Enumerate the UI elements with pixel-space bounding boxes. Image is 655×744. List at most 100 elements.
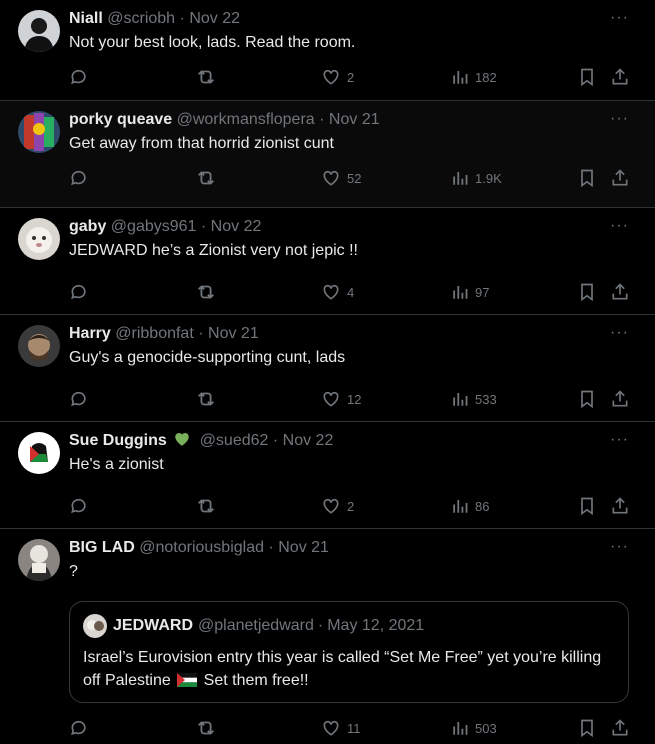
share-button[interactable] — [610, 388, 630, 410]
display-name[interactable]: gaby — [69, 218, 106, 235]
views-button[interactable]: 97 — [451, 281, 489, 303]
views-button[interactable]: 1.9K — [451, 167, 502, 189]
views-icon — [453, 722, 468, 735]
display-name[interactable]: Niall — [69, 10, 103, 27]
reply-icon — [71, 170, 86, 186]
share-button[interactable] — [610, 495, 630, 517]
tweet-actions: 2 86 — [69, 495, 633, 517]
views-button[interactable]: 182 — [451, 66, 497, 88]
avatar[interactable] — [18, 539, 60, 581]
share-button[interactable] — [610, 167, 630, 189]
view-count: 86 — [475, 498, 490, 514]
tweet-date[interactable]: Nov 21 — [278, 539, 329, 556]
like-button[interactable]: 2 — [321, 495, 354, 517]
quoted-tweet-text: Israel’s Eurovision entry this year is c… — [83, 646, 615, 692]
heart-icon — [323, 498, 339, 514]
like-button[interactable]: 11 — [321, 717, 361, 739]
tweet-actions: 11 503 — [69, 717, 633, 739]
display-name[interactable]: BIG LAD — [69, 539, 135, 556]
user-handle[interactable]: @workmansflopera — [177, 111, 315, 128]
retweet-icon — [198, 392, 214, 406]
tweet-card[interactable]: BIG LAD @notoriousbiglad · Nov 21 ? ··· … — [0, 529, 655, 744]
tweet-card[interactable]: porky queave @workmansflopera · Nov 21 G… — [0, 101, 655, 208]
bookmark-button[interactable] — [577, 167, 597, 189]
reply-button[interactable] — [69, 167, 89, 189]
tweet-card[interactable]: Sue Duggins @sued62 · Nov 22 He's a zion… — [0, 422, 655, 529]
more-options-button[interactable]: ··· — [610, 10, 629, 26]
quoted-display-name[interactable]: JEDWARD — [113, 617, 193, 635]
display-name[interactable]: Harry — [69, 325, 111, 342]
share-button[interactable] — [610, 717, 630, 739]
share-button[interactable] — [610, 281, 630, 303]
more-options-button[interactable]: ··· — [610, 432, 629, 448]
user-handle[interactable]: @scriobh — [107, 10, 175, 27]
avatar[interactable] — [18, 325, 60, 367]
views-icon — [453, 500, 468, 513]
bookmark-button[interactable] — [577, 281, 597, 303]
like-button[interactable]: 12 — [321, 388, 361, 410]
views-button[interactable]: 503 — [451, 717, 497, 739]
retweet-icon — [198, 499, 214, 513]
retweet-button[interactable] — [195, 388, 217, 410]
display-name[interactable]: porky queave — [69, 111, 172, 128]
reply-button[interactable] — [69, 66, 89, 88]
tweet-header: porky queave @workmansflopera · Nov 21 — [69, 109, 605, 131]
reply-button[interactable] — [69, 388, 89, 410]
tweet-date[interactable]: Nov 22 — [189, 10, 240, 27]
reply-button[interactable] — [69, 717, 89, 739]
retweet-button[interactable] — [195, 495, 217, 517]
tweet-card[interactable]: Harry @ribbonfat · Nov 21 Guy's a genoci… — [0, 315, 655, 422]
quoted-avatar — [83, 614, 107, 638]
user-handle[interactable]: @ribbonfat — [115, 325, 194, 342]
quoted-tweet-date[interactable]: May 12, 2021 — [327, 617, 424, 635]
bookmark-button[interactable] — [577, 717, 597, 739]
views-button[interactable]: 533 — [451, 388, 497, 410]
user-handle[interactable]: @gabys961 — [111, 218, 197, 235]
share-icon — [612, 390, 628, 407]
reply-button[interactable] — [69, 281, 89, 303]
bookmark-button[interactable] — [577, 388, 597, 410]
views-icon — [453, 286, 468, 299]
view-count: 182 — [475, 69, 497, 85]
user-handle[interactable]: @notoriousbiglad — [139, 539, 264, 556]
avatar[interactable] — [18, 218, 60, 260]
views-button[interactable]: 86 — [451, 495, 489, 517]
tweet-date[interactable]: Nov 21 — [208, 325, 259, 342]
more-options-button[interactable]: ··· — [610, 111, 629, 127]
tweet-date[interactable]: Nov 22 — [211, 218, 262, 235]
like-button[interactable]: 2 — [321, 66, 354, 88]
user-handle[interactable]: @sued62 — [200, 432, 269, 449]
avatar[interactable] — [18, 111, 60, 153]
view-count: 97 — [475, 284, 490, 300]
more-options-button[interactable]: ··· — [610, 218, 629, 234]
bookmark-button[interactable] — [577, 66, 597, 88]
tweet-date[interactable]: Nov 21 — [329, 111, 380, 128]
quoted-user-handle[interactable]: @planetjedward — [198, 617, 314, 635]
retweet-button[interactable] — [195, 717, 217, 739]
display-name[interactable]: Sue Duggins — [69, 432, 167, 449]
tweet-card[interactable]: gaby @gabys961 · Nov 22 JEDWARD he’s a Z… — [0, 208, 655, 315]
reply-button[interactable] — [69, 495, 89, 517]
retweet-button[interactable] — [195, 66, 217, 88]
more-options-button[interactable]: ··· — [610, 539, 629, 555]
tweet-date[interactable]: Nov 22 — [283, 432, 334, 449]
bookmark-button[interactable] — [577, 495, 597, 517]
like-button[interactable]: 4 — [321, 281, 354, 303]
more-options-button[interactable]: ··· — [610, 325, 629, 341]
share-button[interactable] — [610, 66, 630, 88]
avatar[interactable] — [18, 432, 60, 474]
tweet-text: Get away from that horrid zionist cunt — [69, 135, 334, 152]
retweet-icon — [198, 70, 214, 84]
like-button[interactable]: 52 — [321, 167, 361, 189]
retweet-icon — [198, 285, 214, 299]
separator: · — [268, 539, 274, 556]
avatar[interactable] — [18, 10, 60, 52]
bookmark-icon — [581, 169, 593, 188]
tweet-card[interactable]: Niall @scriobh · Nov 22 Not your best lo… — [0, 0, 655, 101]
separator: · — [198, 325, 204, 342]
reply-feed: Niall @scriobh · Nov 22 Not your best lo… — [0, 0, 655, 744]
share-icon — [612, 497, 628, 514]
retweet-button[interactable] — [195, 281, 217, 303]
retweet-button[interactable] — [195, 167, 217, 189]
quoted-tweet[interactable]: JEDWARD @planetjedward · May 12, 2021 Is… — [69, 601, 629, 703]
